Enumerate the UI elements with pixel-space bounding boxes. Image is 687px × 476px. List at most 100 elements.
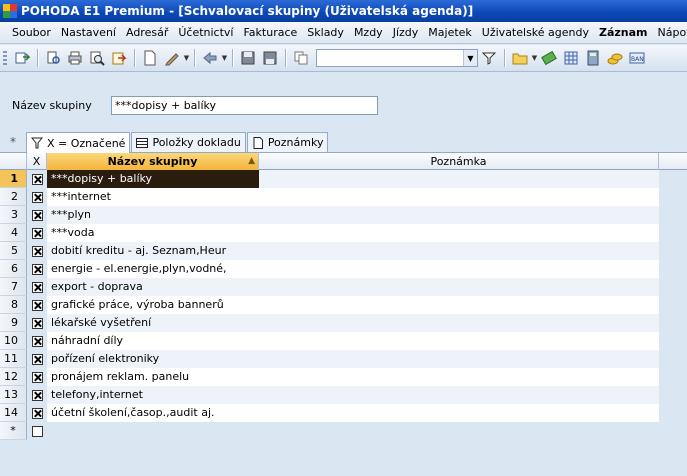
note-cell[interactable] [259,368,659,386]
money-icon[interactable] [539,48,559,68]
row-checkbox[interactable] [31,227,43,239]
row-checkbox[interactable] [31,263,43,275]
tab-notes[interactable]: Poznámky [246,132,329,152]
note-cell[interactable] [259,278,659,296]
menu-item[interactable]: Sklady [302,26,349,39]
table-row[interactable]: 8 grafické práce, výroba bannerů [0,296,687,314]
menu-item[interactable]: Nastavení [56,26,121,39]
menu-item[interactable]: Adresář [121,26,173,39]
group-name-cell[interactable]: ***internet [47,188,259,206]
row-checkbox[interactable] [31,353,43,365]
save-as-icon[interactable] [260,48,280,68]
group-name-input[interactable]: ***dopisy + balíky [111,96,378,115]
edit-pen-icon[interactable] [162,48,182,68]
group-name-cell[interactable]: ***dopisy + balíky [47,170,259,188]
table-row[interactable]: 11 pořízení elektroniky [0,350,687,368]
row-checkbox[interactable] [31,173,43,185]
filter-combobox[interactable]: ▼ [316,49,478,67]
menu-item[interactable]: Nápově [653,26,687,39]
table-row[interactable]: 6 energie - el.energie,plyn,vodné, [0,260,687,278]
filter-funnel-icon[interactable] [479,48,499,68]
row-checkbox[interactable] [31,299,43,311]
row-checkbox[interactable] [31,335,43,347]
table-row[interactable]: 4 ***voda [0,224,687,242]
group-name-cell[interactable]: export - doprava [47,278,259,296]
back-arrow-icon[interactable] [200,48,220,68]
note-cell[interactable] [259,404,659,422]
copy-icon[interactable] [291,48,311,68]
group-name-cell[interactable]: telefony,internet [47,386,259,404]
table-row[interactable]: 13 telefony,internet [0,386,687,404]
menu-item[interactable]: Fakturace [238,26,302,39]
printer-icon[interactable] [65,48,85,68]
menu-item[interactable]: Mzdy [349,26,388,39]
menu-item[interactable]: Soubor [7,26,56,39]
coins-icon[interactable] [605,48,625,68]
table-row[interactable]: 14 účetní školení,časop.,audit aj. [0,404,687,422]
export-icon[interactable] [109,48,129,68]
menu-item[interactable]: Majetek [423,26,477,39]
magnifier-icon[interactable] [87,48,107,68]
note-cell[interactable] [259,170,659,188]
row-checkbox[interactable] [31,191,43,203]
table-row[interactable]: 7 export - doprava [0,278,687,296]
chevron-down-icon[interactable]: ▼ [463,50,477,66]
group-name-cell[interactable]: ***voda [47,224,259,242]
row-checkbox[interactable] [31,281,43,293]
note-cell[interactable] [259,242,659,260]
group-name-cell[interactable]: lékařské vyšetření [47,314,259,332]
menu-item[interactable]: Uživatelské agendy [477,26,594,39]
tab-marked[interactable]: X = Označené [26,132,131,153]
group-name-cell[interactable]: grafické práce, výroba bannerů [47,296,259,314]
iban-icon[interactable]: BAN [627,48,647,68]
menu-item[interactable]: Účetnictví [173,26,238,39]
row-checkbox[interactable] [31,245,43,257]
table-row[interactable]: 2 ***internet [0,188,687,206]
row-checkbox[interactable] [31,209,43,221]
chevron-down-icon[interactable]: ▼ [183,54,190,62]
print-preview-icon[interactable] [43,48,63,68]
note-cell[interactable] [259,296,659,314]
column-header-group-name[interactable]: Název skupiny ▲ [47,153,259,170]
note-cell[interactable] [259,332,659,350]
chevron-down-icon[interactable]: ▼ [531,54,538,62]
menu-item[interactable]: Záznam [594,26,653,39]
group-name-cell[interactable]: pořízení elektroniky [47,350,259,368]
agenda-switch-icon[interactable] [12,48,32,68]
group-name-cell[interactable]: účetní školení,časop.,audit aj. [47,404,259,422]
group-name-cell[interactable]: ***plyn [47,206,259,224]
table-row[interactable]: 1 ***dopisy + balíky [0,170,687,188]
tab-document-items[interactable]: Položky dokladu [131,132,246,152]
table-row[interactable]: 9 lékařské vyšetření [0,314,687,332]
menu-item[interactable]: Jízdy [388,26,424,39]
note-cell[interactable] [259,188,659,206]
column-header-checked[interactable]: X [27,153,47,170]
group-name-cell[interactable]: dobití kreditu - aj. Seznam,Heur [47,242,259,260]
folder-icon[interactable] [510,48,530,68]
row-checkbox[interactable] [31,425,43,437]
note-cell[interactable] [259,314,659,332]
note-cell[interactable] [259,260,659,278]
table-row[interactable]: 12 pronájem reklam. panelu [0,368,687,386]
new-record-icon[interactable] [140,48,160,68]
note-cell[interactable] [259,206,659,224]
group-name-cell[interactable]: pronájem reklam. panelu [47,368,259,386]
column-header-note[interactable]: Poznámka [259,153,659,170]
row-checkbox[interactable] [31,317,43,329]
group-name-cell[interactable]: náhradní díly [47,332,259,350]
note-cell[interactable] [259,224,659,242]
row-checkbox[interactable] [31,407,43,419]
table-row[interactable]: 3 ***plyn [0,206,687,224]
row-checkbox[interactable] [31,371,43,383]
calculator-icon[interactable] [583,48,603,68]
row-checkbox[interactable] [31,389,43,401]
grid-icon[interactable] [561,48,581,68]
group-name-cell[interactable]: energie - el.energie,plyn,vodné, [47,260,259,278]
table-row[interactable]: 10 náhradní díly [0,332,687,350]
new-record-row[interactable]: * [0,422,687,440]
save-icon[interactable] [238,48,258,68]
table-row[interactable]: 5 dobití kreditu - aj. Seznam,Heur [0,242,687,260]
note-cell[interactable] [259,350,659,368]
chevron-down-icon[interactable]: ▼ [221,54,228,62]
note-cell[interactable] [259,386,659,404]
